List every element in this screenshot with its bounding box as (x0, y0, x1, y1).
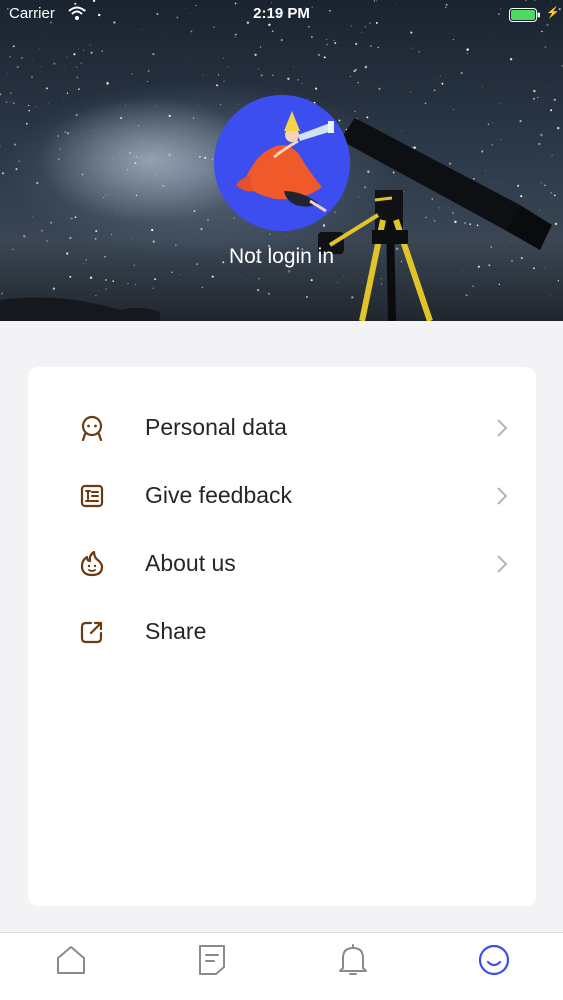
battery-full-icon (509, 8, 540, 22)
tab-notes[interactable] (141, 933, 281, 1000)
menu-card: Personal data Give feedback About us Sha… (28, 367, 536, 906)
home-icon (57, 946, 85, 974)
feedback-form-icon (80, 484, 104, 508)
menu-item-label: Give feedback (145, 482, 293, 508)
menu-item-personal-data[interactable]: Personal data (28, 394, 536, 462)
status-time: 2:19 PM (253, 5, 310, 22)
profile-header: Carrier 2:19 PM ⚡ Not login in (0, 0, 563, 321)
bell-icon (339, 944, 367, 975)
menu-item-share[interactable]: Share (28, 598, 536, 666)
avatar[interactable] (214, 95, 350, 231)
telescope-silhouette (318, 118, 552, 321)
tab-bar (0, 932, 563, 1000)
menu-item-label: Share (145, 618, 207, 644)
chevron-right-icon (497, 419, 508, 437)
flame-smile-icon (80, 551, 104, 577)
smile-icon (478, 944, 510, 976)
astronomer-illustration-avatar (214, 95, 350, 231)
status-bar: Carrier 2:19 PM ⚡ (0, 0, 563, 30)
document-icon (199, 945, 225, 975)
person-face-icon (81, 415, 103, 441)
share-external-icon (80, 621, 103, 644)
tab-notifications[interactable] (282, 933, 422, 1000)
charging-bolt-icon: ⚡ (546, 7, 560, 19)
chevron-right-icon (497, 487, 508, 505)
menu-item-label: Personal data (145, 414, 287, 440)
chevron-right-icon (497, 555, 508, 573)
menu-item-give-feedback[interactable]: Give feedback (28, 462, 536, 530)
menu-item-label: About us (145, 550, 236, 576)
tab-home[interactable] (0, 933, 140, 1000)
tab-profile[interactable] (423, 933, 563, 1000)
login-status-label[interactable]: Not login in (0, 245, 563, 269)
menu-item-about-us[interactable]: About us (28, 530, 536, 598)
profile-screen: Carrier 2:19 PM ⚡ Not login in Personal … (0, 0, 563, 1000)
